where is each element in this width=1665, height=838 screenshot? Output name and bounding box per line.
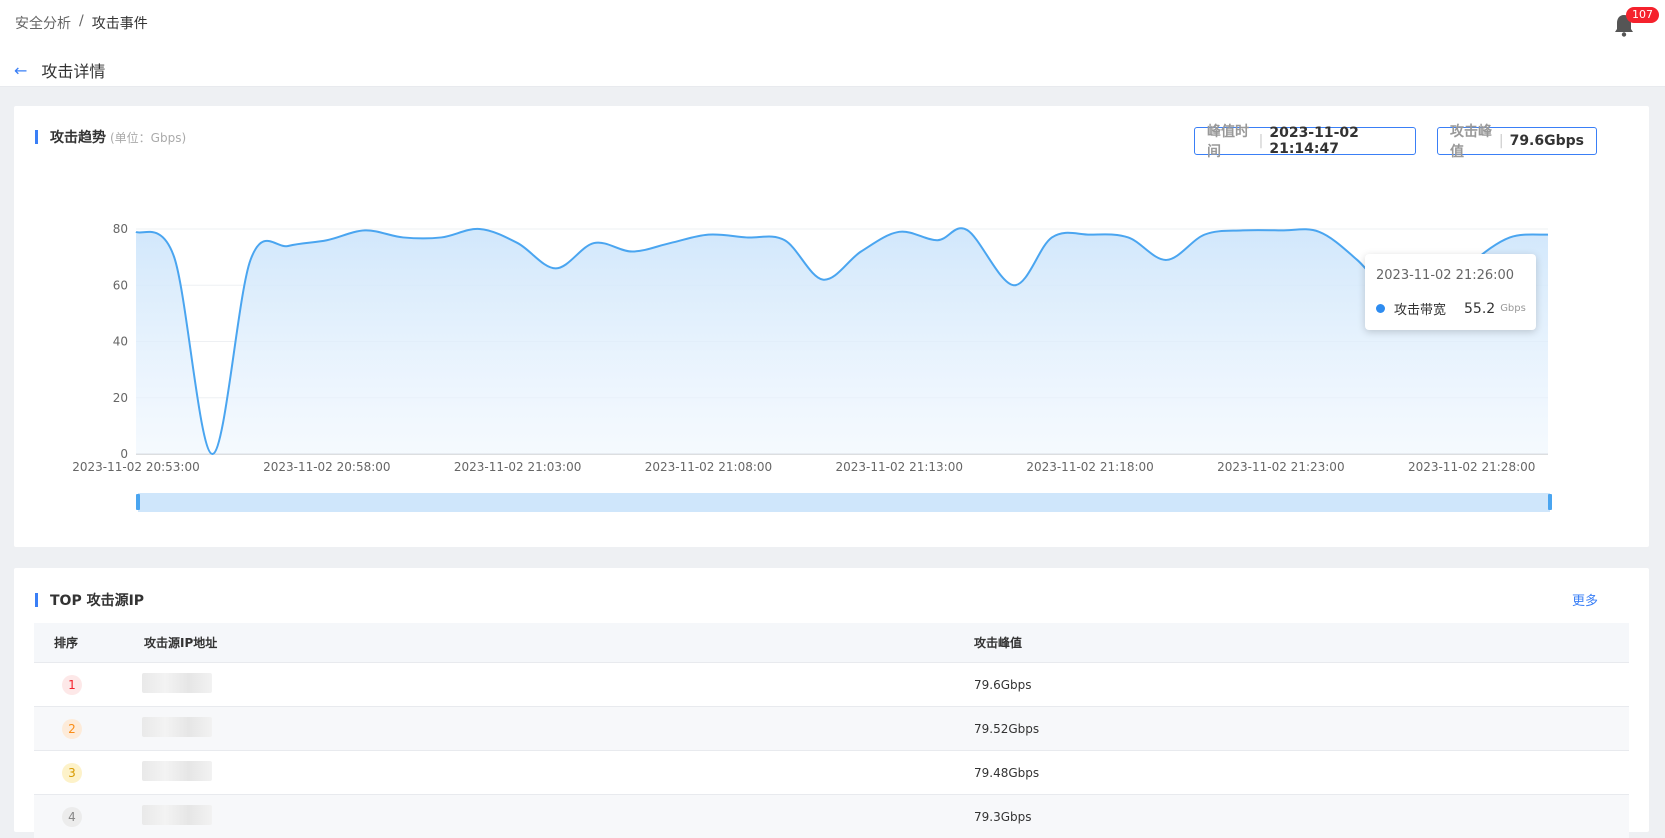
tooltip-time: 2023-11-02 21:26:00: [1376, 268, 1515, 283]
y-tick-label: 80: [113, 222, 128, 236]
table-row[interactable]: 4 79.3Gbps: [34, 794, 1629, 838]
section-accent-bar: [35, 593, 38, 607]
tooltip-series: 攻击带宽: [1394, 303, 1447, 318]
masked-ip: [142, 805, 212, 825]
x-tick-label: 2023-11-02 21:18:00: [1026, 460, 1153, 474]
table-row[interactable]: 1 79.6Gbps: [34, 662, 1629, 706]
series-area: [136, 228, 1548, 455]
y-tick-label: 40: [113, 335, 128, 349]
more-link[interactable]: 更多: [1572, 590, 1598, 609]
rank-badge: 1: [62, 674, 82, 695]
series-dot-icon: [1376, 304, 1385, 313]
x-tick-label: 2023-11-02 21:13:00: [836, 460, 963, 474]
peak-value: 79.6Gbps: [974, 677, 1032, 692]
column-peak: 攻击峰值: [974, 636, 1023, 650]
column-ip: 攻击源IP地址: [144, 636, 218, 650]
zoom-slider-left-handle[interactable]: [136, 494, 140, 510]
zoom-slider-right-handle[interactable]: [1548, 494, 1552, 510]
peak-value: 79.52Gbps: [974, 721, 1040, 736]
y-tick-label: 60: [113, 278, 128, 292]
table-row[interactable]: 3 79.48Gbps: [34, 750, 1629, 794]
peak-value: 79.3Gbps: [974, 809, 1032, 824]
x-tick-label: 2023-11-02 21:23:00: [1217, 460, 1344, 474]
x-tick-label: 2023-11-02 20:53:00: [72, 460, 199, 474]
x-tick-label: 2023-11-02 21:08:00: [645, 460, 772, 474]
top-ip-title: TOP 攻击源IP: [50, 593, 145, 609]
zoom-slider-track[interactable]: [138, 493, 1550, 512]
top-ip-card: TOP 攻击源IP 更多 排序 攻击源IP地址 攻击峰值 1 79.6Gbps …: [14, 568, 1649, 838]
y-tick-label: 0: [120, 447, 128, 461]
tooltip-value: 55.2: [1464, 300, 1496, 317]
peak-value: 79.48Gbps: [974, 765, 1040, 780]
x-tick-label: 2023-11-02 20:58:00: [263, 460, 390, 474]
rank-badge: 2: [62, 718, 82, 739]
chart-tooltip: 2023-11-02 21:26:00 攻击带宽 55.2 Gbps: [1365, 254, 1536, 330]
tooltip-row: 攻击带宽 55.2 Gbps: [1376, 299, 1526, 318]
top-ip-section-title: TOP 攻击源IP: [35, 590, 144, 610]
masked-ip: [142, 673, 212, 693]
rank-badge: 4: [62, 806, 82, 827]
top-ip-table: 排序 攻击源IP地址 攻击峰值 1 79.6Gbps 2 79.52Gbps 3…: [34, 623, 1629, 838]
table-row[interactable]: 2 79.52Gbps: [34, 706, 1629, 750]
rank-badge: 3: [62, 762, 82, 783]
masked-ip: [142, 761, 212, 781]
column-rank: 排序: [54, 636, 79, 650]
masked-ip: [142, 717, 212, 737]
x-tick-label: 2023-11-02 21:28:00: [1408, 460, 1535, 474]
y-tick-label: 20: [113, 391, 128, 405]
table-header: 排序 攻击源IP地址 攻击峰值: [34, 623, 1629, 662]
x-tick-label: 2023-11-02 21:03:00: [454, 460, 581, 474]
tooltip-unit: Gbps: [1500, 303, 1526, 314]
